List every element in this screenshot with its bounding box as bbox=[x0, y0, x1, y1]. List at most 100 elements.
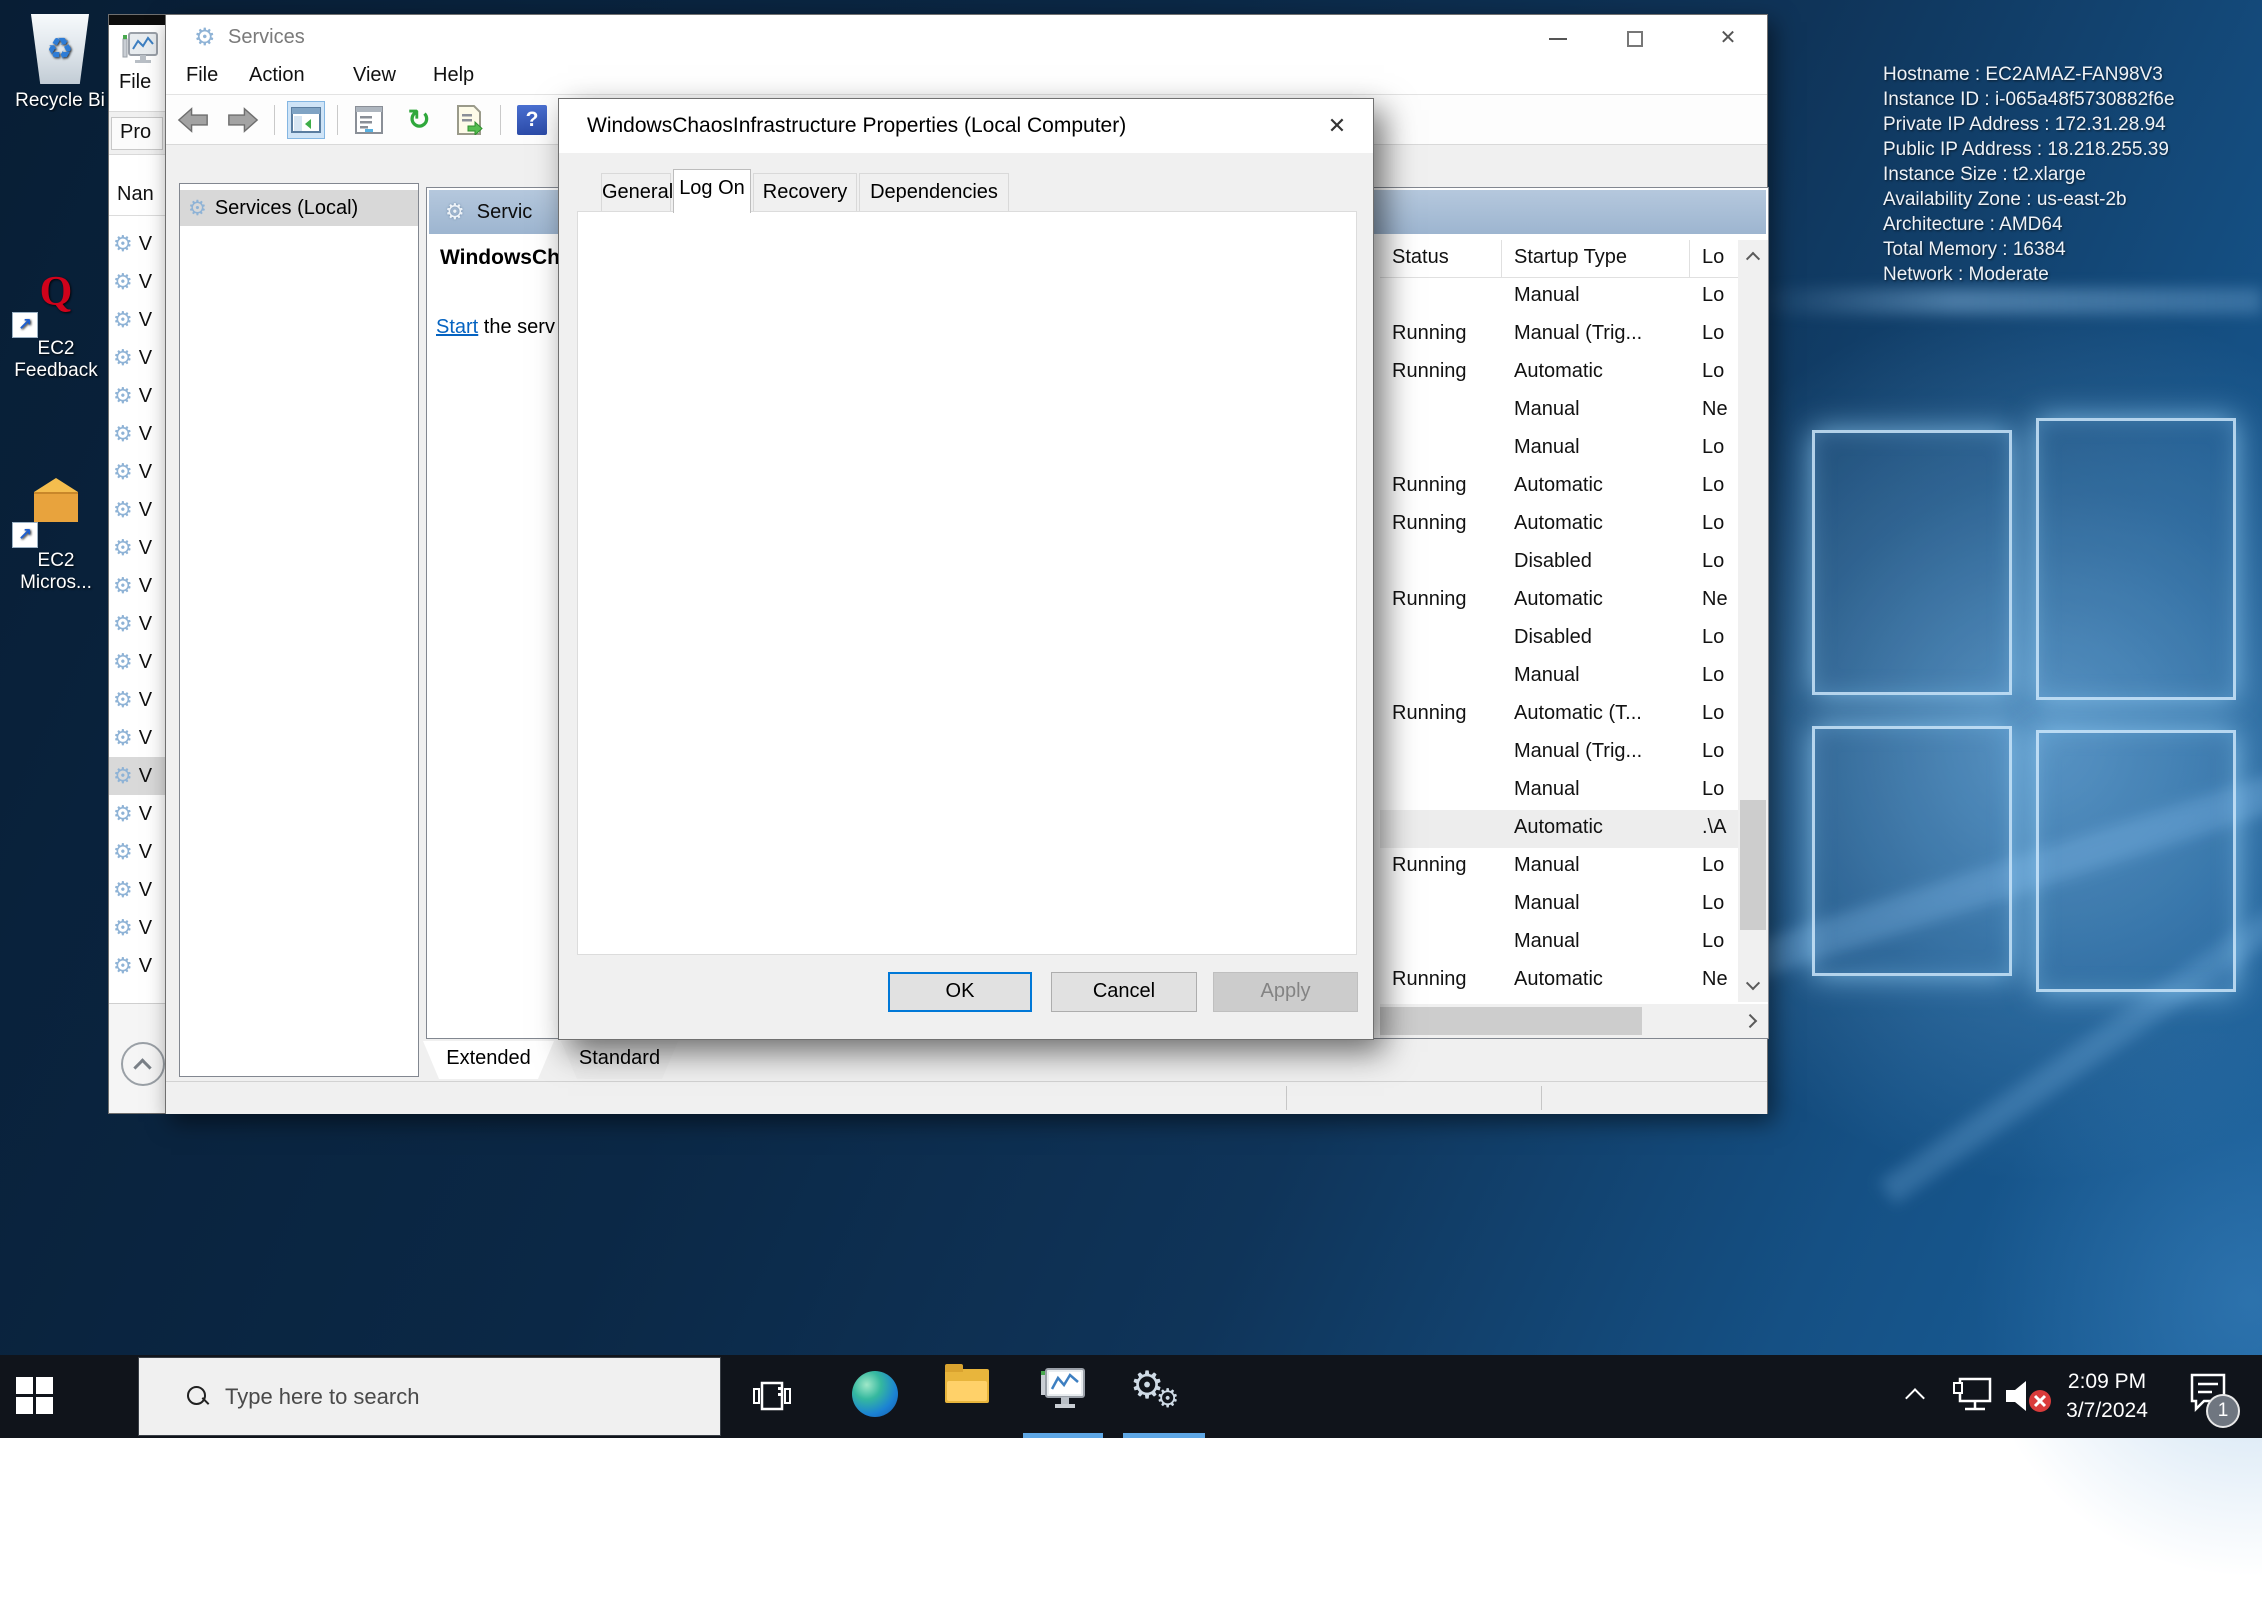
services-taskbar-icon[interactable]: ⚙⚙ bbox=[1130, 1367, 1182, 1419]
taskbar-clock[interactable]: 2:09 PM 3/7/2024 bbox=[2052, 1367, 2162, 1425]
vertical-scrollbar[interactable] bbox=[1738, 240, 1768, 1002]
menu-help[interactable]: Help bbox=[433, 64, 474, 87]
table-row[interactable]: RunningAutomaticNe bbox=[1380, 962, 1738, 1000]
table-row[interactable]: Manual (Trig...Lo bbox=[1380, 734, 1738, 772]
scroll-up-icon[interactable] bbox=[121, 1042, 165, 1086]
start-button[interactable] bbox=[16, 1377, 56, 1417]
table-row[interactable]: RunningAutomaticLo bbox=[1380, 468, 1738, 506]
tab-log-on[interactable]: Log On bbox=[673, 169, 751, 213]
list-item[interactable]: ⚙V bbox=[109, 339, 165, 377]
list-item[interactable]: ⚙V bbox=[109, 225, 165, 263]
list-item[interactable]: ⚙V bbox=[109, 871, 165, 909]
tray-expand-icon[interactable] bbox=[1905, 1388, 1925, 1408]
tree-item-services-local[interactable]: ⚙ Services (Local) bbox=[180, 190, 418, 226]
properties-button[interactable] bbox=[350, 101, 388, 139]
cancel-button[interactable]: Cancel bbox=[1051, 972, 1197, 1012]
apply-button[interactable]: Apply bbox=[1213, 972, 1358, 1012]
column-header-startup-type[interactable]: Startup Type bbox=[1502, 240, 1690, 277]
table-row[interactable]: Automatic.\A bbox=[1380, 810, 1738, 848]
list-column-headers: Status Startup Type Lo bbox=[1380, 240, 1738, 278]
column-header-logon[interactable]: Lo bbox=[1690, 240, 1738, 277]
menu-file[interactable]: File bbox=[119, 71, 151, 94]
table-row[interactable]: RunningAutomaticLo bbox=[1380, 354, 1738, 392]
horizontal-scrollbar[interactable] bbox=[1380, 1004, 1768, 1038]
volume-muted-icon[interactable] bbox=[2002, 1375, 2058, 1424]
scroll-right-icon[interactable] bbox=[1738, 1004, 1768, 1038]
table-row[interactable]: RunningAutomatic (T...Lo bbox=[1380, 696, 1738, 734]
list-item[interactable]: ⚙V bbox=[109, 795, 165, 833]
list-item[interactable]: ⚙V bbox=[109, 909, 165, 947]
column-header-name[interactable]: Nan bbox=[117, 183, 154, 206]
menu-file[interactable]: File bbox=[186, 64, 218, 87]
list-item[interactable]: ⚙V bbox=[109, 757, 165, 795]
performance-monitor-icon[interactable] bbox=[1038, 1365, 1088, 1420]
list-item[interactable]: ⚙V bbox=[109, 719, 165, 757]
list-item[interactable]: ⚙V bbox=[109, 833, 165, 871]
toolbar-pro-button[interactable]: Pro bbox=[111, 117, 163, 150]
desktop-icon-ec2-microsoft[interactable]: ↗ EC2 Micros... bbox=[0, 478, 112, 594]
list-item[interactable]: ⚙V bbox=[109, 415, 165, 453]
table-row[interactable]: RunningAutomaticNe bbox=[1380, 582, 1738, 620]
show-console-tree-button[interactable] bbox=[287, 101, 325, 139]
start-service-link[interactable]: Start bbox=[436, 316, 478, 338]
task-view-icon[interactable] bbox=[752, 1377, 792, 1420]
table-row[interactable]: ManualLo bbox=[1380, 772, 1738, 810]
ok-button[interactable]: OK bbox=[888, 972, 1032, 1012]
menu-action[interactable]: Action bbox=[249, 64, 305, 87]
menu-view[interactable]: View bbox=[353, 64, 396, 87]
table-row[interactable]: DisabledLo bbox=[1380, 620, 1738, 658]
taskbar: Type here to search ⚙⚙ 2:09 PM 3/7/2024 bbox=[0, 1355, 2262, 1438]
desktop-icon-ec2-feedback[interactable]: Q ↗ EC2 Feedback bbox=[0, 272, 112, 382]
file-explorer-icon[interactable] bbox=[945, 1363, 989, 1403]
network-icon[interactable] bbox=[1950, 1375, 1996, 1422]
refresh-button[interactable]: ↻ bbox=[400, 101, 438, 139]
list-item[interactable]: ⚙V bbox=[109, 377, 165, 415]
list-item[interactable]: ⚙V bbox=[109, 529, 165, 567]
scrollbar-thumb[interactable] bbox=[1740, 800, 1766, 930]
table-row[interactable]: ManualLo bbox=[1380, 886, 1738, 924]
table-row[interactable]: ManualNe bbox=[1380, 392, 1738, 430]
close-button[interactable]: ✕ bbox=[1711, 25, 1745, 51]
taskbar-search[interactable]: Type here to search bbox=[138, 1357, 721, 1436]
scroll-up-icon[interactable] bbox=[1738, 240, 1768, 272]
list-item[interactable]: ⚙V bbox=[109, 263, 165, 301]
minimize-button[interactable] bbox=[1541, 25, 1575, 51]
back-button[interactable] bbox=[174, 101, 212, 139]
maximize-button[interactable] bbox=[1618, 25, 1652, 51]
tab-dependencies[interactable]: Dependencies bbox=[859, 173, 1009, 211]
table-row[interactable]: RunningManualLo bbox=[1380, 848, 1738, 886]
scroll-down-icon[interactable] bbox=[1738, 970, 1768, 1002]
help-button[interactable]: ? bbox=[513, 101, 551, 139]
toolbar-separator bbox=[337, 105, 338, 135]
list-item[interactable]: ⚙V bbox=[109, 605, 165, 643]
forward-button[interactable] bbox=[224, 101, 262, 139]
list-item[interactable]: ⚙V bbox=[109, 491, 165, 529]
list-item[interactable]: ⚙V bbox=[109, 947, 165, 985]
tab-extended[interactable]: Extended bbox=[423, 1041, 554, 1079]
edge-icon[interactable] bbox=[852, 1371, 898, 1417]
scrollbar-thumb[interactable] bbox=[1380, 1007, 1642, 1035]
tab-general[interactable]: General bbox=[601, 173, 671, 211]
system-info-line: Network : Moderate bbox=[1883, 262, 2175, 287]
export-list-button[interactable] bbox=[450, 101, 488, 139]
table-row[interactable]: RunningAutomaticLo bbox=[1380, 506, 1738, 544]
list-item[interactable]: ⚙V bbox=[109, 567, 165, 605]
table-row[interactable]: RunningManual (Trig...Lo bbox=[1380, 316, 1738, 354]
list-item[interactable]: ⚙V bbox=[109, 643, 165, 681]
table-row[interactable]: ManualLo bbox=[1380, 278, 1738, 316]
gear-icon: ⚙ bbox=[113, 915, 133, 941]
close-icon[interactable]: ✕ bbox=[1319, 111, 1355, 141]
service-name-truncated: V bbox=[139, 955, 152, 978]
tab-standard[interactable]: Standard bbox=[561, 1041, 678, 1079]
column-header-status[interactable]: Status bbox=[1380, 240, 1502, 277]
desktop-icon-recycle-bin[interactable]: ♻ Recycle Bi bbox=[4, 14, 116, 112]
table-cell: Manual bbox=[1502, 772, 1690, 810]
table-row[interactable]: ManualLo bbox=[1380, 430, 1738, 468]
table-row[interactable]: DisabledLo bbox=[1380, 544, 1738, 582]
list-item[interactable]: ⚙V bbox=[109, 681, 165, 719]
tab-recovery[interactable]: Recovery bbox=[753, 173, 857, 211]
list-item[interactable]: ⚙V bbox=[109, 453, 165, 491]
table-row[interactable]: ManualLo bbox=[1380, 658, 1738, 696]
table-row[interactable]: ManualLo bbox=[1380, 924, 1738, 962]
list-item[interactable]: ⚙V bbox=[109, 301, 165, 339]
